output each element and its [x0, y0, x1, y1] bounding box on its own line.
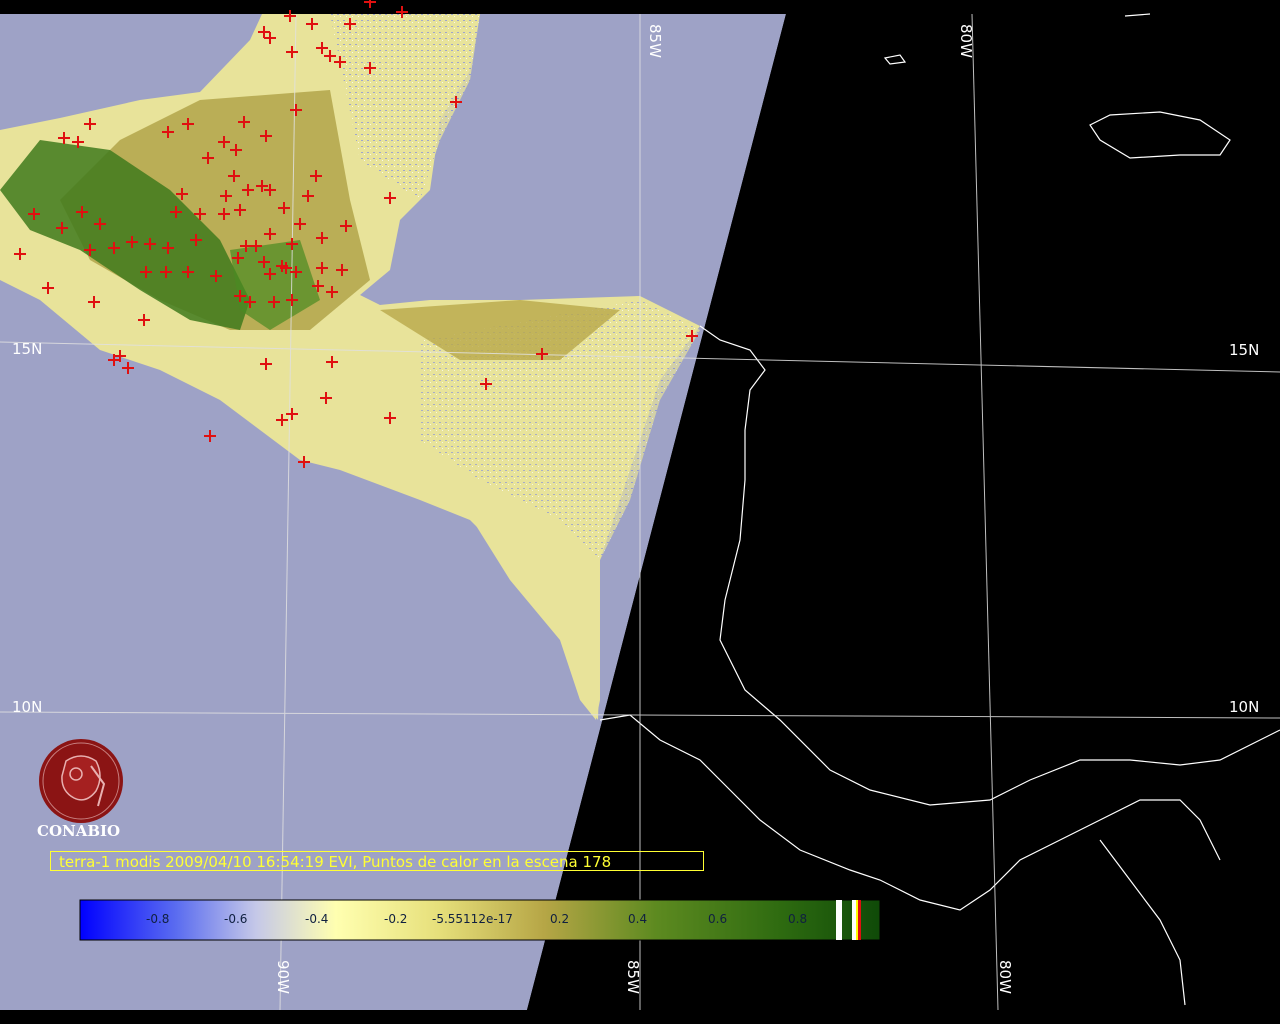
legend-white-swatch-2	[852, 900, 856, 940]
conabio-logo-icon	[39, 739, 123, 823]
logo-text: CONABIO	[37, 822, 121, 840]
lon-label-85w-bottom: 85W	[624, 960, 642, 994]
legend-white-swatch	[836, 900, 842, 940]
legend-tick-label: -0.2	[384, 912, 408, 926]
legend-tick-label: 0.2	[550, 912, 570, 926]
legend-tick-label: -0.6	[224, 912, 248, 926]
lon-label-80w-bottom: 80W	[996, 960, 1014, 994]
legend-tick-label: 0.6	[708, 912, 728, 926]
lat-label-15n-left: 15N	[12, 340, 43, 358]
legend-yellow-swatch	[856, 900, 858, 940]
lat-label-10n-right: 10N	[1229, 698, 1260, 716]
legend-tick-label: -0.8	[146, 912, 170, 926]
lat-label-15n-right: 15N	[1229, 341, 1260, 359]
legend-tick-label: 0.4	[628, 912, 648, 926]
lon-label-90w-bottom: 90W	[274, 960, 292, 994]
legend-tick-label: -5.55112e-17	[432, 912, 513, 926]
bottom-border	[0, 1010, 1280, 1024]
lon-label-80w-top: 80W	[957, 24, 975, 58]
top-border	[0, 0, 1280, 14]
legend-tick-label: -0.4	[305, 912, 329, 926]
lat-label-10n-left: 10N	[12, 698, 43, 716]
legend-red-swatch	[858, 900, 861, 940]
legend-tick-label: 0.8	[788, 912, 808, 926]
scene-caption: terra-1 modis 2009/04/10 16:54:19 EVI, P…	[50, 851, 704, 871]
lon-label-85w-top: 85W	[646, 24, 664, 58]
